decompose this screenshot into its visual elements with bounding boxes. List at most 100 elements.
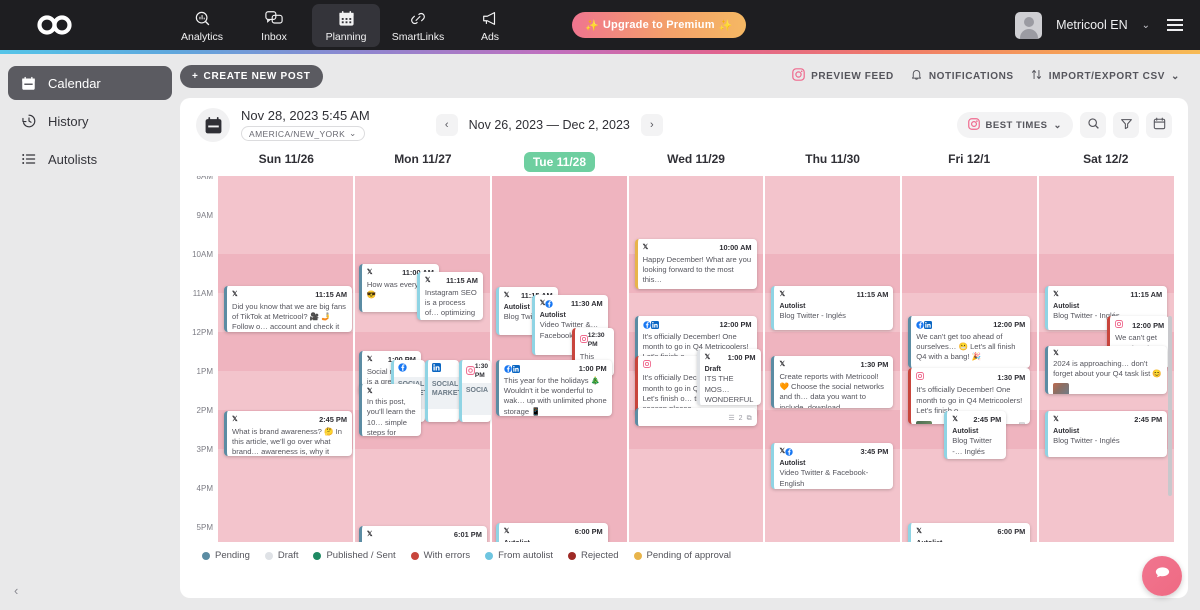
post-tag: Autolist [539,311,566,319]
day-header-thu[interactable]: Thu 11/30 [764,152,901,176]
post-card[interactable]: 𝕏 1:30 PM Create reports with Metricool! … [771,356,894,408]
planning-calendar-icon [338,9,355,28]
preview-feed-label: PREVIEW FEED [811,70,894,82]
toolbar-actions: PREVIEW FEED NOTIFICATIONS IMPORT/EXPORT… [792,68,1180,84]
post-text: Instagram SEO is a process of… optimizin… [424,287,477,320]
post-time: 6:00 PM [574,527,603,536]
facebook-icon [916,321,924,329]
sidebar-collapse-icon[interactable]: ‹ [14,583,18,598]
x-twitter-icon: 𝕏 [916,528,922,536]
post-card[interactable]: 𝕏 In this post, you'll learn the 10… sim… [358,384,421,436]
post-card[interactable]: 𝕏 11:15 AM Did you know that we are big f… [224,286,352,332]
import-export-csv-button[interactable]: IMPORT/EXPORT CSV ⌄ [1030,68,1180,84]
day-header-fri[interactable]: Fri 12/1 [901,152,1038,176]
post-card[interactable]: 𝕏6:01 PM Managing different social media [358,526,487,542]
x-twitter-icon: 𝕏 [1053,291,1059,299]
post-count: 2 [738,415,743,422]
facebook-icon [504,365,512,373]
post-card[interactable]: 𝕏 3:45 PM Autolist Video Twitter & Facebo… [771,443,894,489]
post-card[interactable]: 𝕏 2:45 PM Autolist Blog Twitter - Inglés [1045,411,1168,457]
current-date-info: Nov 28, 2023 5:45 AM AMERICA/NEW_YORK ⌄ [241,108,370,142]
nav-item-inbox[interactable]: Inbox [240,4,308,47]
post-time: 6:00 PM [997,527,1026,536]
primary-nav: Analytics Inbox Planning SmartLinks Ads [168,3,524,47]
day-header-wed[interactable]: Wed 11/29 [628,152,765,176]
day-header-sun[interactable]: Sun 11/26 [218,152,355,176]
instagram-icon [465,365,475,378]
nav-item-analytics[interactable]: Analytics [168,4,236,47]
vertical-scrollbar[interactable] [1168,316,1172,496]
post-card[interactable]: 12:00 PM We can't get too ahead of ourse… [908,316,1031,368]
day-column-sat[interactable]: 𝕏 11:15 AM Autolist Blog Twitter - Inglés… [1039,176,1174,542]
post-card[interactable]: 1:00 PM This year for the holidays 🎄 Wou… [495,360,612,416]
post-time: 11:15 AM [446,276,478,285]
x-twitter-icon: 𝕏 [424,277,431,285]
avatar[interactable] [1015,11,1043,39]
linkedin-icon [650,320,659,329]
post-card[interactable]: 𝕏 2:45 PM Autolist Blog Twitter -… Inglés [944,411,1007,459]
post-image-caption: SOCIA [461,382,491,415]
linkedin-icon [511,364,520,373]
instagram-icon [642,360,651,371]
post-card[interactable]: 𝕏 2024 is approaching… don't forget abou… [1045,346,1168,394]
legend-item-pending-approval: Pending of approval [633,550,731,561]
post-card[interactable]: 𝕏 11:15 AM Autolist Blog Twitter - Inglés [771,286,894,330]
previous-week-button[interactable]: ‹ [435,114,458,136]
calendar-grid: 8AM 9AM 10AM 11AM 12PM 1PM 2PM 3PM 4PM 5… [190,176,1174,542]
main-content: + CREATE NEW POST PREVIEW FEED NOTIFICAT… [180,54,1200,610]
day-column-wed[interactable]: 𝕏 10:00 AM Happy December! What are you l… [628,176,764,542]
facebook-icon [398,363,407,375]
day-header-mon[interactable]: Mon 11/27 [355,152,492,176]
calendar-date-icon [196,108,230,142]
post-card[interactable]: 𝕏6:00 PM Autolist Blog Twitter - Inglés [495,523,608,542]
next-week-button[interactable]: › [640,114,663,136]
post-card[interactable]: SOCIAL MARKETING [424,360,459,422]
sidebar-item-autolists[interactable]: Autolists [8,142,172,176]
post-card[interactable]: 𝕏 10:00 AM Happy December! What are you l… [634,239,757,289]
sidebar: Calendar History Autolists ‹ [0,54,180,610]
day-header-sat[interactable]: Sat 12/2 [1037,152,1174,176]
search-button[interactable] [1080,112,1106,138]
chat-support-button[interactable] [1142,556,1182,596]
hour-label: 11AM [192,289,213,298]
day-column-fri[interactable]: 12:00 PM We can't get too ahead of ourse… [902,176,1038,542]
post-time: 2:45 PM [1134,415,1163,424]
notifications-button[interactable]: NOTIFICATIONS [910,68,1014,84]
create-new-post-button[interactable]: + CREATE NEW POST [180,64,323,88]
sidebar-label-calendar: Calendar [48,75,101,91]
post-card[interactable]: 1:30 PM SOCIA [458,360,491,422]
upgrade-to-premium-button[interactable]: ✨ Upgrade to Premium ✨ [572,12,746,38]
x-twitter-icon: 𝕏 [366,356,373,364]
day-column-thu[interactable]: 𝕏 11:15 AM Autolist Blog Twitter - Inglés… [765,176,901,542]
post-card[interactable]: 𝕏1:00 PM Draft ITS THE MOS… WONDERFUL ☰3… [696,349,761,405]
create-new-post-label: CREATE NEW POST [203,70,311,82]
nav-item-ads[interactable]: Ads [456,4,524,47]
post-card[interactable]: ☰ 2 ⧉ [634,408,757,426]
legend-label: Published / Sent [326,550,396,561]
day-column-mon[interactable]: 𝕏11:00 AM How was everyone 😎 𝕏11:15 AM I… [354,176,491,542]
sidebar-item-history[interactable]: History [8,104,172,138]
timezone-selector[interactable]: AMERICA/NEW_YORK ⌄ [241,126,365,142]
preview-feed-button[interactable]: PREVIEW FEED [792,68,894,84]
calendar-picker-icon [1153,117,1166,133]
post-card[interactable]: 𝕏6:00 PM Autolist Blog Twitter - Inglés [908,523,1031,542]
nav-item-planning[interactable]: Planning [312,3,380,47]
day-column-sun[interactable]: 𝕏 11:15 AM Did you know that we are big f… [218,176,353,542]
post-card[interactable]: 𝕏 2:45 PM What is brand awareness? 🤔 In t… [224,411,352,456]
sidebar-item-calendar[interactable]: Calendar [8,66,172,100]
filter-button[interactable] [1113,112,1139,138]
day-column-tue[interactable]: 𝕏11:15 AM Autolist Blog Twitter 𝕏11:30 A… [491,176,627,542]
nav-item-smartlinks[interactable]: SmartLinks [384,4,452,47]
chevron-down-icon: ⌄ [1053,119,1062,131]
metricool-logo[interactable] [0,15,110,35]
post-tag: Autolist [952,427,979,435]
calendar-picker-button[interactable] [1146,112,1172,138]
hamburger-menu-icon[interactable] [1164,16,1186,33]
calendar-view-controls: BEST TIMES ⌄ [956,112,1172,138]
day-header-tue-today[interactable]: Tue 11/28 [491,152,628,176]
chevron-down-icon[interactable]: ⌄ [1142,20,1150,31]
post-card[interactable]: 𝕏 11:15 AM Instagram SEO is a process of…… [416,272,483,320]
hour-label: 8AM [196,176,213,181]
best-times-dropdown[interactable]: BEST TIMES ⌄ [956,112,1073,138]
x-twitter-icon: 𝕏 [642,244,649,252]
